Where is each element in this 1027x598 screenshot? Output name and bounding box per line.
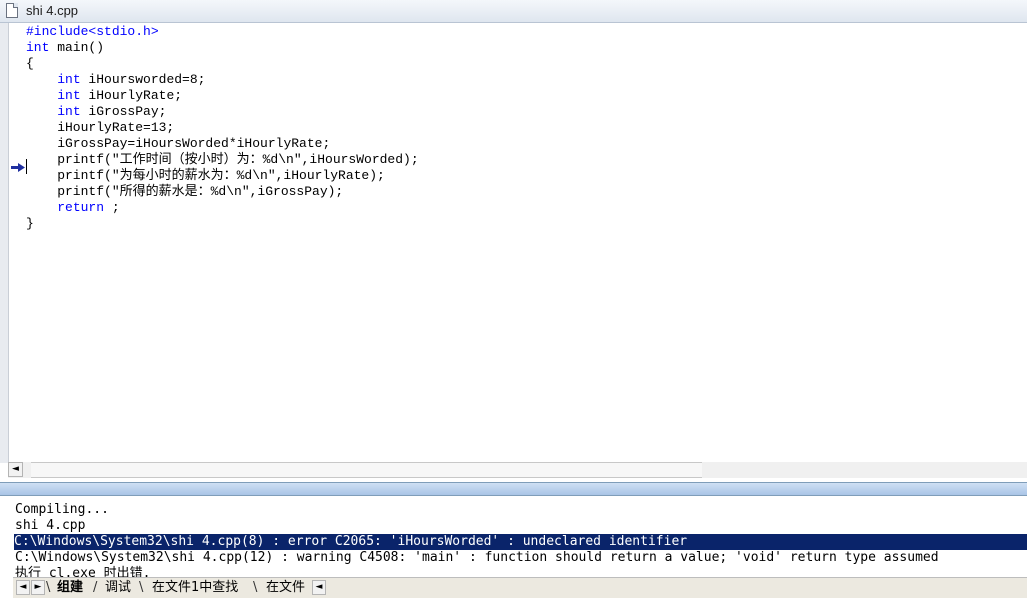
arrow-right-icon	[11, 163, 25, 172]
pane-splitter[interactable]	[0, 482, 1027, 496]
tab-scroll-left-button[interactable]: ◄	[312, 580, 326, 595]
code-line[interactable]: {	[26, 56, 419, 72]
tab-find-in-files-1[interactable]: 在文件1中查找	[152, 579, 238, 597]
keyword-token: int	[57, 88, 81, 103]
output-line[interactable]: C:\Windows\System32\shi 4.cpp(12) : warn…	[15, 550, 939, 566]
code-line[interactable]: return ;	[26, 200, 419, 216]
code-line[interactable]: }	[26, 216, 419, 232]
tab-find-in-files-2[interactable]: 在文件	[266, 579, 305, 597]
keyword-token: int	[57, 72, 81, 87]
code-token: ;	[104, 200, 120, 215]
code-token: printf("工作时间（按小时）为：%d\n",iHoursWorded);	[26, 152, 419, 167]
code-line[interactable]: printf("工作时间（按小时）为：%d\n",iHoursWorded);	[26, 152, 419, 168]
code-line[interactable]: int iGrossPay;	[26, 104, 419, 120]
code-editor[interactable]: #include<stdio.h> int main(){ int iHoursw…	[0, 23, 1027, 463]
output-line-selected[interactable]: C:\Windows\System32\shi 4.cpp(8) : error…	[14, 534, 1027, 550]
code-token: iGrossPay;	[80, 104, 167, 119]
code-token: main()	[49, 40, 105, 55]
window-titlebar: shi 4.cpp	[0, 0, 1027, 23]
output-tab-bar: ◄ ► \ 组建 / 调试 \ 在文件1中查找 \ 在文件 ◄	[13, 577, 1027, 598]
document-icon	[6, 3, 18, 18]
keyword-token: int	[26, 40, 50, 55]
code-line[interactable]: printf("所得的薪水是：%d\n",iGrossPay);	[26, 184, 419, 200]
code-token: }	[26, 216, 34, 231]
output-line[interactable]: Compiling...	[15, 502, 109, 518]
scroll-track[interactable]	[31, 462, 702, 478]
tab-build[interactable]: 组建	[57, 579, 83, 597]
horizontal-scrollbar[interactable]: ◄	[8, 462, 1027, 478]
tab-debug[interactable]: 调试	[105, 579, 131, 597]
code-line[interactable]: int iHourlyRate;	[26, 88, 419, 104]
code-token: iHoursworded=8;	[80, 72, 206, 87]
keyword-token: #include<stdio.h>	[26, 24, 159, 39]
code-line[interactable]: iHourlyRate=13;	[26, 120, 419, 136]
tab-separator: /	[93, 580, 98, 595]
editor-gutter	[0, 23, 9, 463]
code-token: printf("为每小时的薪水为：%d\n",iHourlyRate);	[26, 168, 385, 183]
code-line[interactable]: int iHoursworded=8;	[26, 72, 419, 88]
code-token: {	[26, 56, 34, 71]
tab-separator: \	[253, 580, 258, 595]
code-token: iHourlyRate=13;	[26, 120, 175, 135]
tab-nav-left-button[interactable]: ◄	[16, 580, 30, 595]
code-content[interactable]: #include<stdio.h> int main(){ int iHoursw…	[26, 24, 419, 232]
tab-nav-right-button[interactable]: ►	[31, 580, 45, 595]
keyword-token: int	[57, 104, 81, 119]
code-line[interactable]: #include<stdio.h>	[26, 24, 419, 40]
code-token: printf("所得的薪水是：%d\n",iGrossPay);	[26, 184, 344, 199]
output-line[interactable]: shi 4.cpp	[15, 518, 85, 534]
code-line[interactable]: int main()	[26, 40, 419, 56]
code-line[interactable]: printf("为每小时的薪水为：%d\n",iHourlyRate);	[26, 168, 419, 184]
keyword-token: return	[57, 200, 105, 215]
window-title: shi 4.cpp	[26, 3, 79, 18]
scroll-left-button[interactable]: ◄	[8, 462, 23, 477]
code-token: iGrossPay=iHoursWorded*iHourlyRate;	[26, 136, 331, 151]
code-line[interactable]: iGrossPay=iHoursWorded*iHourlyRate;	[26, 136, 419, 152]
tab-separator: \	[139, 580, 144, 595]
tab-separator: \	[46, 580, 51, 595]
code-token: iHourlyRate;	[80, 88, 183, 103]
